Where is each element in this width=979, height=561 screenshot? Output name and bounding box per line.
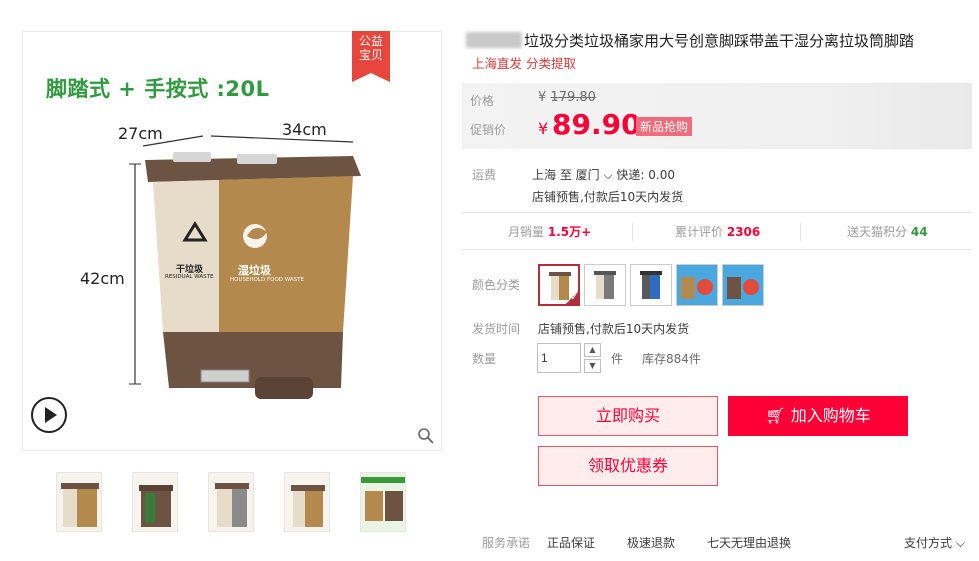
original-price-label: 价格 (470, 94, 495, 108)
cart-icon: 🛒︎ (765, 406, 786, 425)
stat-tmall-points: 送天猫积分 44 (847, 223, 928, 240)
product-subtitle: 上海直发 分类提取 (472, 56, 576, 71)
charity-badge: 公益 宝贝 (352, 31, 390, 82)
color-swatch-2[interactable] (584, 264, 626, 306)
sales-stats-bar: 月销量 1.5万+ 累计评价 2306 送天猫积分 44 (462, 212, 972, 250)
buy-now-button[interactable]: 立即购买 (538, 396, 718, 436)
badge-line-1: 公益 (358, 34, 383, 48)
promo-price-value: 89.90 (552, 108, 641, 141)
feature-title: 脚踏式 + 手按式 :20L (46, 77, 270, 101)
quantity-unit: 件 (611, 352, 624, 366)
payment-method-dropdown[interactable]: 支付方式 ⌵ (904, 534, 965, 551)
service-promise-label: 服务承诺 (482, 536, 531, 550)
shipping-note: 店铺预售,付款后10天内发货 (532, 190, 684, 204)
new-arrival-tag: 新品抢购 (636, 117, 693, 136)
service-item-authentic[interactable]: 正品保证 (547, 534, 595, 551)
shipping-label: 运费 (472, 168, 497, 182)
wet-waste-en-label: HOUSEHOLD FOOD WASTE (230, 277, 305, 283)
color-swatch-4[interactable] (676, 264, 718, 306)
dry-waste-en-label: RESIDUAL WASTE (165, 274, 214, 280)
product-title: 垃圾分类垃圾桶家用大号创意脚踩带盖干湿分离拉圾筒脚踏 (466, 30, 914, 51)
stat-label: 月销量 (508, 225, 545, 239)
thumbnail-3[interactable] (208, 472, 254, 532)
badge-line-2: 宝贝 (358, 48, 383, 62)
service-item-seven-day-return[interactable]: 七天无理由退换 (707, 534, 791, 551)
play-video-icon[interactable] (31, 397, 67, 433)
service-item-fast-refund[interactable]: 极速退款 (627, 534, 675, 551)
color-swatch-5[interactable] (722, 264, 764, 306)
stat-value: 1.5万+ (547, 225, 592, 239)
color-option-label: 颜色分类 (472, 278, 521, 292)
shipping-route[interactable]: 上海 至 厦门 ⌵ 快递: 0.00 (532, 166, 675, 183)
quantity-label: 数量 (472, 352, 497, 366)
stat-monthly-sales: 月销量 1.5万+ (508, 223, 591, 240)
thumbnail-5[interactable] (360, 472, 406, 532)
quantity-increase-button[interactable]: ▲ (584, 343, 601, 357)
color-swatch-1[interactable] (538, 264, 580, 306)
thumbnail-2[interactable] (132, 472, 178, 532)
shipping-express: 快递: 0.00 (616, 168, 675, 182)
thumbnail-4[interactable] (284, 472, 330, 532)
product-title-text: 垃圾分类垃圾桶家用大号创意脚踩带盖干湿分离拉圾筒脚踏 (524, 32, 915, 50)
add-to-cart-button[interactable]: 🛒︎ 加入购物车 (728, 396, 908, 436)
stat-label: 送天猫积分 (847, 225, 908, 239)
original-price: ¥ 179.80 (538, 90, 596, 105)
original-price-value: 179.80 (550, 90, 596, 105)
dimension-width-right: 34cm (282, 120, 327, 139)
chevron-down-icon: ⌵ (955, 536, 965, 550)
quantity-decrease-button[interactable]: ▼ (584, 359, 601, 373)
stat-divider (800, 223, 801, 241)
wet-waste-label: 湿垃圾 (238, 264, 271, 277)
get-coupon-button[interactable]: 领取优惠券 (538, 446, 718, 486)
original-price-symbol: ¥ (538, 90, 547, 105)
stat-total-reviews[interactable]: 累计评价 2306 (675, 223, 760, 240)
title-blur-mask (466, 32, 522, 48)
chevron-down-icon: ⌵ (603, 168, 613, 182)
promo-price-label: 促销价 (470, 123, 507, 137)
delivery-time-label: 发货时间 (472, 322, 521, 336)
delivery-time-value: 店铺预售,付款后10天内发货 (538, 322, 690, 336)
stock-count: 库存884件 (642, 352, 701, 366)
add-to-cart-label: 加入购物车 (790, 406, 871, 425)
stat-value: 2306 (726, 225, 761, 239)
zoom-icon[interactable] (417, 427, 435, 445)
stat-divider (632, 223, 633, 241)
thumbnail-1[interactable] (56, 472, 102, 532)
color-swatch-3[interactable] (630, 264, 672, 306)
dimension-width-left: 27cm (118, 124, 163, 143)
shipping-route-text: 上海 至 厦门 (532, 168, 600, 182)
promo-price-symbol: ¥ (538, 119, 549, 138)
dimension-height: 42cm (80, 269, 125, 288)
stat-value: 44 (910, 225, 928, 239)
stat-label: 累计评价 (675, 225, 724, 239)
payment-method-label: 支付方式 (904, 536, 953, 550)
quantity-input[interactable] (537, 343, 581, 373)
